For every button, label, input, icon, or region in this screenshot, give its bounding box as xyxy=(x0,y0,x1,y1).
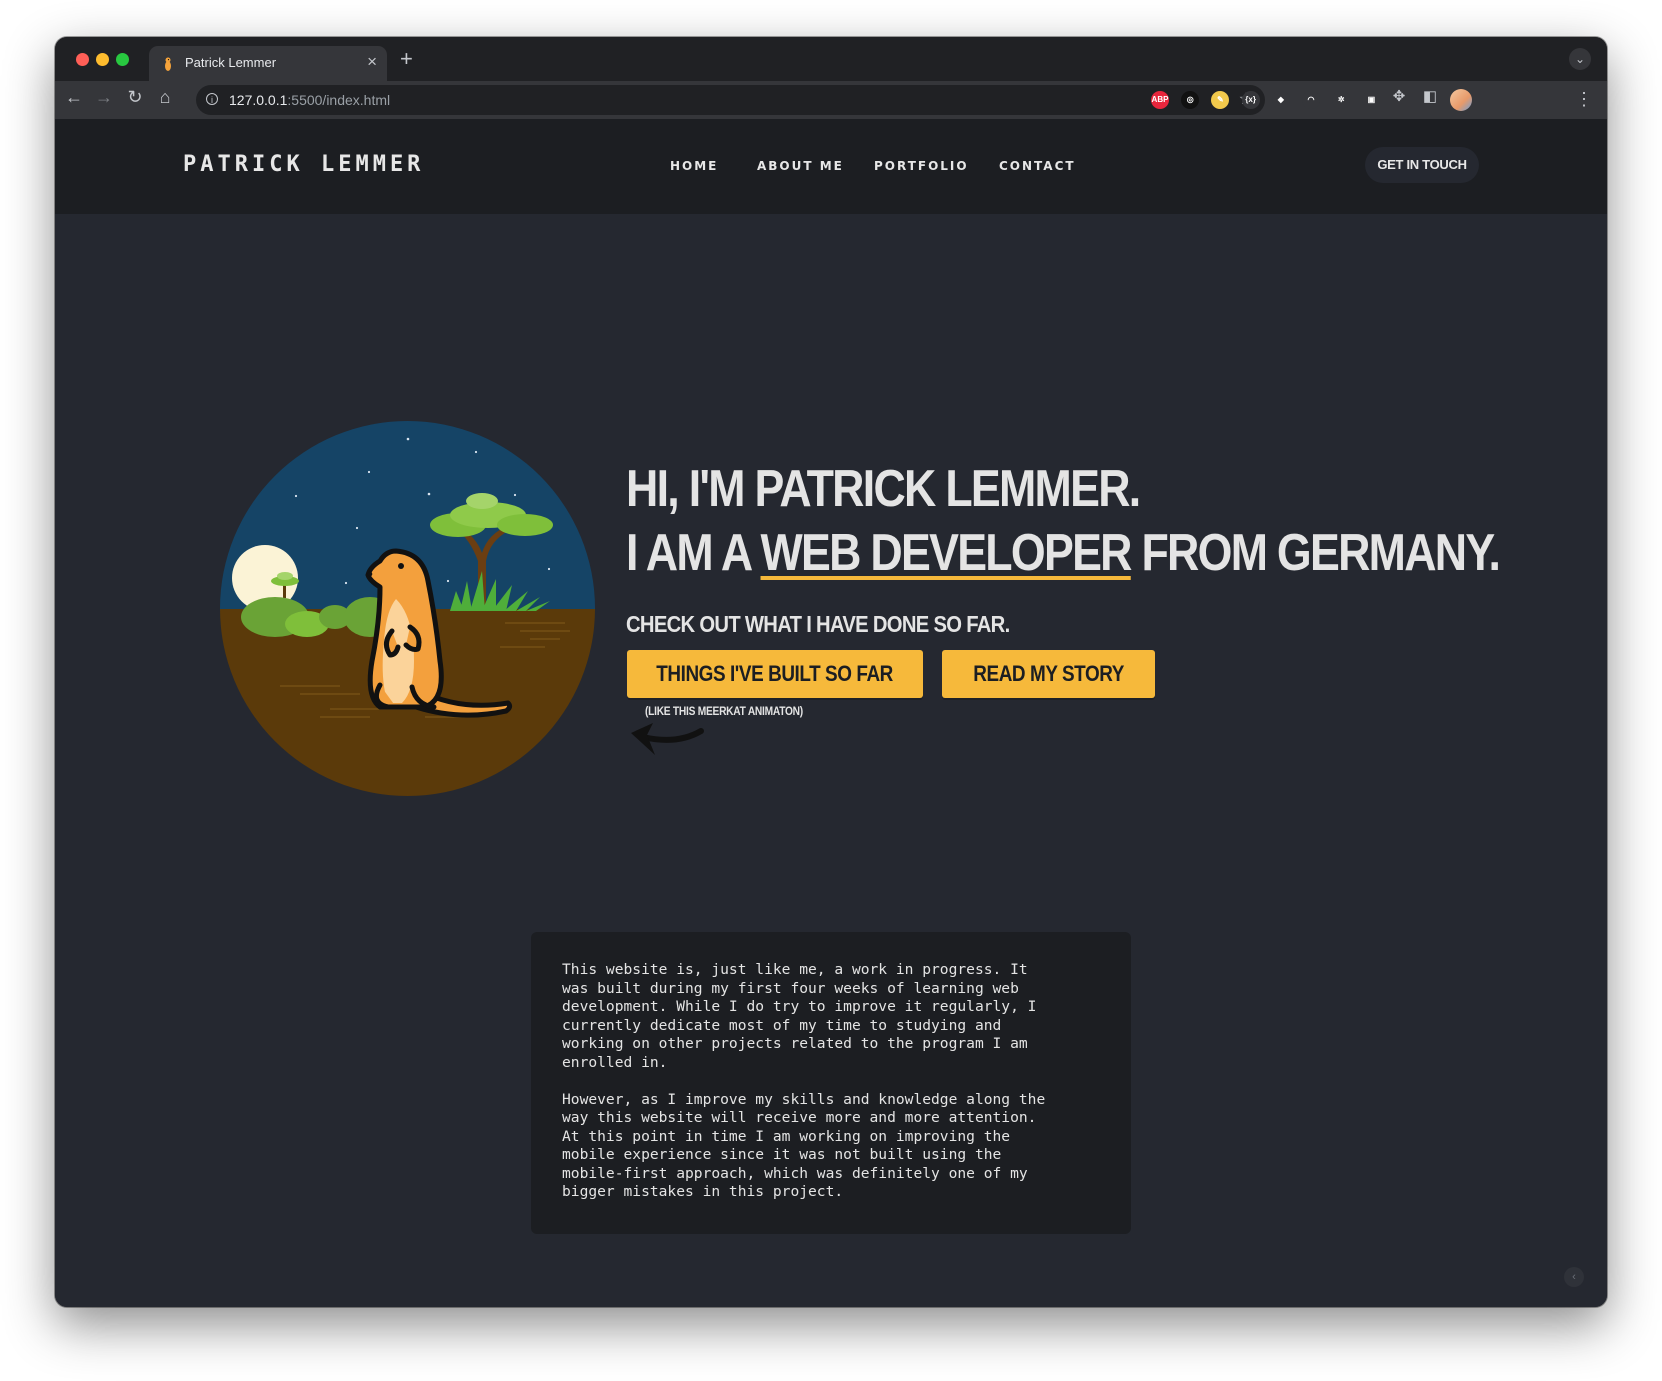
forward-icon[interactable]: → xyxy=(92,87,116,108)
extension-icon-6[interactable]: ◠ xyxy=(1302,91,1320,109)
things-built-button-label: THINGS I'VE BUILT SO FAR xyxy=(656,661,894,686)
back-icon[interactable]: ← xyxy=(62,87,86,108)
browser-tab[interactable]: Patrick Lemmer × xyxy=(149,46,387,81)
tab-search-button[interactable]: ⌄ xyxy=(1569,48,1591,70)
hero-line-1: HI, I'M PATRICK LEMMER. xyxy=(626,460,1141,518)
url-text: 127.0.0.1:5500/index.html xyxy=(229,92,391,108)
extensions-puzzle-icon[interactable]: ✥ xyxy=(1387,87,1411,105)
curved-arrow-icon xyxy=(631,723,704,755)
web-developer-highlight: WEB DEVELOPER xyxy=(760,524,1133,582)
meerkat-illustration[interactable] xyxy=(220,421,595,796)
adblock-plus-icon[interactable]: ABP xyxy=(1151,91,1169,109)
address-bar[interactable]: i 127.0.0.1:5500/index.html ⇪ ☆ xyxy=(196,85,1265,115)
extension-icon-5[interactable]: ◆ xyxy=(1271,91,1290,109)
site-logo[interactable]: PATRICK LEMMER xyxy=(183,152,424,177)
reload-icon[interactable]: ↻ xyxy=(123,87,147,108)
work-in-progress-notice: This website is, just like me, a work in… xyxy=(531,932,1131,1234)
new-tab-button[interactable]: + xyxy=(400,46,413,72)
extension-icon-4[interactable]: {x} xyxy=(1241,91,1260,109)
notice-paragraph-2: However, as I improve my skills and know… xyxy=(562,1090,1046,1201)
things-built-button[interactable]: THINGS I'VE BUILT SO FAR xyxy=(627,650,923,698)
extension-icon-7[interactable]: ✲ xyxy=(1332,91,1351,109)
side-panel-icon[interactable]: ◧ xyxy=(1418,87,1442,105)
extension-icon-8[interactable]: ▣ xyxy=(1362,91,1381,109)
browser-menu-icon[interactable]: ⋮ xyxy=(1575,89,1593,110)
hero-line-2-suffix: FROM GERMANY. xyxy=(1130,524,1500,582)
tab-strip: Patrick Lemmer × + ⌄ xyxy=(55,37,1607,81)
meerkat-favicon-icon xyxy=(165,57,171,71)
minimize-window-button[interactable] xyxy=(96,53,109,66)
browser-window: Patrick Lemmer × + ⌄ ← → ↻ ⌂ i 127.0.0.1… xyxy=(55,37,1607,1307)
get-in-touch-button[interactable]: GET IN TOUCH xyxy=(1365,147,1479,183)
live-server-icon[interactable]: ‹ xyxy=(1564,1267,1584,1287)
read-my-story-button-label: READ MY STORY xyxy=(973,661,1124,686)
read-my-story-button[interactable]: READ MY STORY xyxy=(942,650,1155,698)
hero-heading: HI, I'M PATRICK LEMMER. I AM A WEB DEVEL… xyxy=(626,457,1501,585)
nav-link-home[interactable]: HOME xyxy=(670,159,718,173)
meerkat-hint-text: (LIKE THIS MEERKAT ANIMATON) xyxy=(645,704,803,718)
tab-title: Patrick Lemmer xyxy=(185,55,277,70)
close-window-button[interactable] xyxy=(76,53,89,66)
close-tab-icon[interactable]: × xyxy=(367,52,377,72)
notice-paragraph-1: This website is, just like me, a work in… xyxy=(562,961,1037,1071)
web-page: PATRICK LEMMER HOME ABOUT ME PORTFOLIO C… xyxy=(55,119,1607,1307)
nav-link-contact[interactable]: CONTACT xyxy=(999,159,1076,173)
browser-toolbar: ← → ↻ ⌂ i 127.0.0.1:5500/index.html ⇪ ☆ … xyxy=(55,81,1607,120)
hero-subtitle: CHECK OUT WHAT I HAVE DONE SO FAR. xyxy=(626,611,1010,637)
maximize-window-button[interactable] xyxy=(116,53,129,66)
profile-avatar[interactable] xyxy=(1450,89,1472,111)
home-icon[interactable]: ⌂ xyxy=(153,87,177,108)
hero-line-2-prefix: I AM A xyxy=(626,524,761,582)
site-header: PATRICK LEMMER HOME ABOUT ME PORTFOLIO C… xyxy=(55,119,1607,214)
nav-link-about-me[interactable]: ABOUT ME xyxy=(757,159,844,173)
nav-link-portfolio[interactable]: PORTFOLIO xyxy=(874,159,969,173)
site-info-icon[interactable]: i xyxy=(206,93,218,105)
